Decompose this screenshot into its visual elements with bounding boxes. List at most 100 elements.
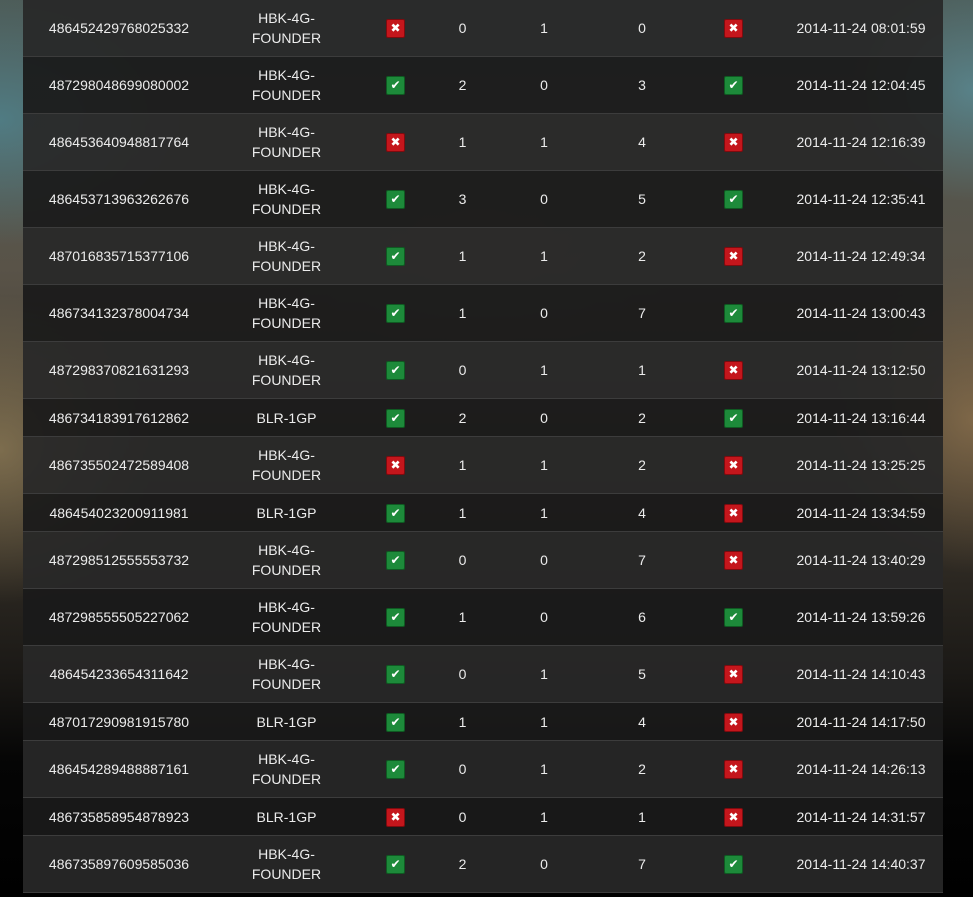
cross-icon: ✖ xyxy=(386,807,405,827)
stat-a-cell: 1 xyxy=(433,493,492,532)
result-status-cell: ✔ xyxy=(358,341,433,399)
match-id-cell: 486454233654311642 xyxy=(23,645,215,703)
checkmark-glyph: ✔ xyxy=(390,306,401,321)
checkmark-glyph: ✔ xyxy=(390,249,401,264)
match-id-cell: 486735502472589408 xyxy=(23,436,215,494)
result-status-cell: ✔ xyxy=(358,227,433,285)
result-status-cell: ✖ xyxy=(358,113,433,171)
check-icon: ✔ xyxy=(386,665,405,685)
result-status-cell: ✔ xyxy=(358,493,433,532)
x-glyph: ✖ xyxy=(728,135,739,150)
timestamp-cell: 2014-11-24 14:17:50 xyxy=(779,702,943,741)
timestamp-cell: 2014-11-24 13:00:43 xyxy=(779,284,943,342)
survival-status-cell: ✖ xyxy=(688,0,779,57)
match-id-cell: 486452429768025332 xyxy=(23,0,215,57)
check-icon: ✔ xyxy=(724,855,743,875)
cross-icon: ✖ xyxy=(724,19,743,39)
mech-name-line: FOUNDER xyxy=(251,562,322,578)
cross-icon: ✖ xyxy=(724,503,743,523)
mech-name-line: HBK-4G- xyxy=(258,67,315,83)
cross-icon: ✖ xyxy=(386,19,405,39)
stat-a-cell: 2 xyxy=(433,56,492,114)
survival-status-cell: ✔ xyxy=(688,398,779,437)
result-status-cell: ✔ xyxy=(358,835,433,893)
survival-status-cell: ✔ xyxy=(688,284,779,342)
stat-b-cell: 0 xyxy=(492,588,596,646)
cross-icon: ✖ xyxy=(724,551,743,571)
check-icon: ✔ xyxy=(386,712,405,732)
result-status-cell: ✔ xyxy=(358,588,433,646)
cross-icon: ✖ xyxy=(724,456,743,476)
match-id-cell: 486453713963262676 xyxy=(23,170,215,228)
survival-status-cell: ✖ xyxy=(688,113,779,171)
match-id-cell: 486453640948817764 xyxy=(23,113,215,171)
checkmark-glyph: ✔ xyxy=(390,192,401,207)
survival-status-cell: ✖ xyxy=(688,531,779,589)
stat-b-cell: 1 xyxy=(492,645,596,703)
stat-a-cell: 0 xyxy=(433,0,492,57)
table-row: 486452429768025332 HBK-4G- FOUNDER ✖ 0 1 0 ✖ 201… xyxy=(23,0,943,57)
stat-a-cell: 0 xyxy=(433,531,492,589)
cross-icon: ✖ xyxy=(724,760,743,780)
mech-name-line: HBK-4G- xyxy=(258,542,315,558)
survival-status-cell: ✔ xyxy=(688,170,779,228)
mech-cell: HBK-4G- FOUNDER xyxy=(215,531,358,589)
match-history-table: 486452429768025332 HBK-4G- FOUNDER ✖ 0 1 0 ✖ 201… xyxy=(23,0,943,893)
survival-status-cell: ✖ xyxy=(688,493,779,532)
stat-a-cell: 2 xyxy=(433,835,492,893)
result-status-cell: ✔ xyxy=(358,740,433,798)
table-row: 486735897609585036 HBK-4G- FOUNDER ✔ 2 0 7 ✔ 201… xyxy=(23,835,943,893)
checkmark-glyph: ✔ xyxy=(390,762,401,777)
result-status-cell: ✔ xyxy=(358,56,433,114)
result-status-cell: ✔ xyxy=(358,702,433,741)
mech-cell: BLR-1GP xyxy=(215,493,358,532)
mech-name-line: BLR-1GP xyxy=(256,409,317,426)
mech-name-line: FOUNDER xyxy=(251,315,322,331)
mech-cell: HBK-4G- FOUNDER xyxy=(215,0,358,57)
x-glyph: ✖ xyxy=(390,809,401,824)
x-glyph: ✖ xyxy=(728,363,739,378)
check-icon: ✔ xyxy=(386,551,405,571)
stat-c-cell: 2 xyxy=(596,227,688,285)
stat-c-cell: 5 xyxy=(596,170,688,228)
stat-b-cell: 0 xyxy=(492,531,596,589)
survival-status-cell: ✖ xyxy=(688,341,779,399)
stat-c-cell: 7 xyxy=(596,531,688,589)
mech-cell: HBK-4G- FOUNDER xyxy=(215,341,358,399)
checkmark-glyph: ✔ xyxy=(390,667,401,682)
mech-cell: BLR-1GP xyxy=(215,702,358,741)
mech-cell: HBK-4G- FOUNDER xyxy=(215,284,358,342)
check-icon: ✔ xyxy=(386,760,405,780)
check-icon: ✔ xyxy=(386,503,405,523)
mech-name-line: HBK-4G- xyxy=(258,238,315,254)
stat-c-cell: 4 xyxy=(596,702,688,741)
checkmark-glyph: ✔ xyxy=(728,192,739,207)
table-body: 486452429768025332 HBK-4G- FOUNDER ✖ 0 1 0 ✖ 201… xyxy=(23,0,943,893)
x-glyph: ✖ xyxy=(728,505,739,520)
x-glyph: ✖ xyxy=(390,458,401,473)
match-id-cell: 486734183917612862 xyxy=(23,398,215,437)
mech-name-line: BLR-1GP xyxy=(256,713,317,730)
x-glyph: ✖ xyxy=(728,21,739,36)
stat-c-cell: 5 xyxy=(596,645,688,703)
survival-status-cell: ✔ xyxy=(688,56,779,114)
x-glyph: ✖ xyxy=(728,667,739,682)
stat-b-cell: 1 xyxy=(492,702,596,741)
cross-icon: ✖ xyxy=(724,361,743,381)
stat-c-cell: 1 xyxy=(596,797,688,836)
mech-name-line: FOUNDER xyxy=(251,866,322,882)
check-icon: ✔ xyxy=(724,190,743,210)
result-status-cell: ✖ xyxy=(358,0,433,57)
stat-a-cell: 1 xyxy=(433,113,492,171)
table-row: 486453713963262676 HBK-4G- FOUNDER ✔ 3 0 5 ✔ 201… xyxy=(23,170,943,228)
check-icon: ✔ xyxy=(386,855,405,875)
stat-b-cell: 0 xyxy=(492,284,596,342)
mech-name-line: FOUNDER xyxy=(251,619,322,635)
stat-b-cell: 1 xyxy=(492,740,596,798)
match-id-cell: 486735897609585036 xyxy=(23,835,215,893)
check-icon: ✔ xyxy=(724,408,743,428)
stat-b-cell: 0 xyxy=(492,835,596,893)
mech-cell: HBK-4G- FOUNDER xyxy=(215,740,358,798)
mech-name-line: HBK-4G- xyxy=(258,846,315,862)
match-id-cell: 486454023200911981 xyxy=(23,493,215,532)
